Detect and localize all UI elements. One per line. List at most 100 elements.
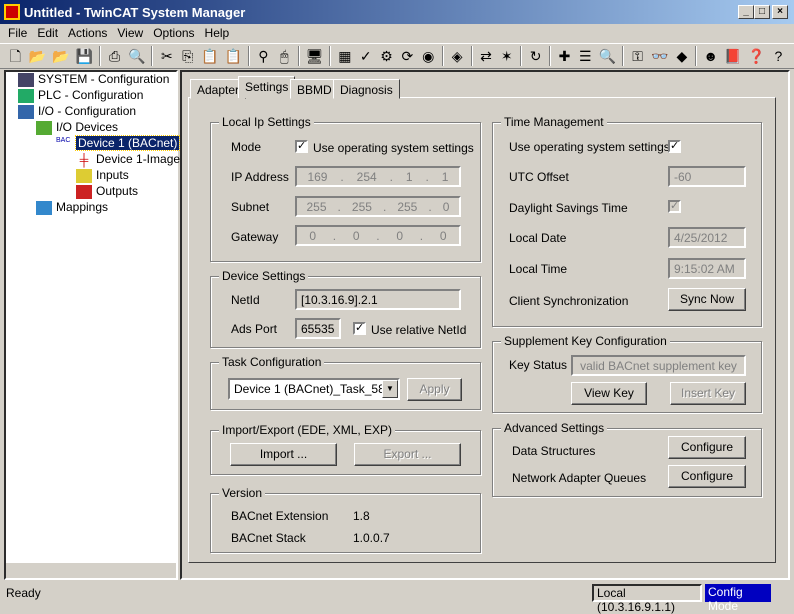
tree-item-plc[interactable]: PLC - Configuration xyxy=(18,88,143,103)
config-mode-icon[interactable]: ◉ xyxy=(421,46,436,66)
diagnostics-icon[interactable]: ◆ xyxy=(674,46,689,66)
tree-item-outputs[interactable]: Outputs xyxy=(76,184,138,199)
print-icon[interactable]: ⎙ xyxy=(107,46,122,66)
wizard-icon[interactable]: ✶ xyxy=(499,46,514,66)
whats-this-icon[interactable]: ? xyxy=(771,46,786,66)
load-io-icon[interactable]: ◈ xyxy=(450,46,465,66)
horizontal-scrollbar[interactable] xyxy=(6,562,176,578)
tree-item-inputs[interactable]: Inputs xyxy=(76,168,129,183)
paste-with-links-icon[interactable]: 📋 xyxy=(225,46,242,66)
cut-icon[interactable]: ✂ xyxy=(159,46,174,66)
configure-data-structures-button[interactable]: Configure xyxy=(668,436,746,459)
apply-button[interactable]: Apply xyxy=(407,378,462,401)
dst-checkbox[interactable]: ✓ xyxy=(668,200,681,213)
zoom-icon[interactable]: 🔍 xyxy=(599,46,616,66)
tree-item-device1[interactable]: BAC Device 1 (BACnet) xyxy=(56,135,181,151)
local-date-label: Local Date xyxy=(509,231,567,245)
app-icon xyxy=(4,4,20,20)
tree-item-mappings[interactable]: Mappings xyxy=(36,200,108,215)
utc-offset-field[interactable]: -60 xyxy=(668,166,746,187)
watch-icon[interactable]: 👓 xyxy=(651,46,668,66)
toolbar-separator xyxy=(151,46,154,66)
print-preview-icon[interactable]: 🔍 xyxy=(128,46,145,66)
free-run-icon[interactable]: ⚿ xyxy=(630,46,645,66)
minimize-button[interactable]: _ xyxy=(738,5,754,19)
sync-now-button[interactable]: Sync Now xyxy=(668,288,746,311)
ads-port-field[interactable]: 65535 xyxy=(295,318,341,339)
tab-bbmd[interactable]: BBMD xyxy=(290,79,339,99)
toolbar-separator xyxy=(329,46,332,66)
tree-item-io[interactable]: I/O - Configuration xyxy=(18,104,136,119)
status-target: Local (10.3.16.9.1.1) xyxy=(592,584,702,614)
open-icon[interactable]: 📂 xyxy=(29,46,46,66)
help-book-icon[interactable]: 📕 xyxy=(724,46,741,66)
chevron-down-icon[interactable]: ▼ xyxy=(382,380,398,398)
netid-field[interactable]: [10.3.16.9].2.1 xyxy=(295,289,461,310)
generate-mappings-icon[interactable]: ▦ xyxy=(337,46,352,66)
subnet-field[interactable]: 255. 255. 255. 0 xyxy=(295,196,461,217)
system-icon xyxy=(18,72,34,87)
status-text: Ready xyxy=(6,586,41,600)
bacnet-icon: BAC xyxy=(56,136,71,144)
mouse-icon[interactable]: 🖱 xyxy=(277,46,292,66)
target-system-icon[interactable]: 🖥 xyxy=(306,46,324,66)
toolbar-separator xyxy=(695,46,698,66)
menu-actions[interactable]: Actions xyxy=(68,26,107,40)
copy-icon[interactable]: ⎘ xyxy=(180,46,195,66)
tree-item-io-devices[interactable]: I/O Devices xyxy=(36,120,118,135)
ip-address-field[interactable]: 169. 254. 1. 1 xyxy=(295,166,461,187)
inputs-icon xyxy=(76,168,92,183)
close-button[interactable]: × xyxy=(772,5,788,19)
save-icon[interactable]: 💾 xyxy=(76,46,93,66)
tree-item-image[interactable]: ╪ Device 1-Image xyxy=(76,152,180,167)
time-use-os-checkbox[interactable]: ✓ xyxy=(668,140,681,153)
bacnet-extension-label: BACnet Extension xyxy=(231,509,329,523)
mode-label: Mode xyxy=(231,140,262,154)
tab-settings[interactable]: Settings xyxy=(238,76,296,98)
iq-icon[interactable]: ☻ xyxy=(703,46,718,66)
toolbar-separator xyxy=(297,46,300,66)
toolbar-separator xyxy=(549,46,552,66)
add-item-icon[interactable]: ✚ xyxy=(557,46,572,66)
plc-icon xyxy=(18,88,34,103)
toolbar-separator xyxy=(99,46,102,66)
key-status-field: valid BACnet supplement key xyxy=(571,355,746,376)
view-key-button[interactable]: View Key xyxy=(571,382,647,405)
check-icon[interactable]: ✓ xyxy=(358,46,373,66)
time-use-os-label: Use operating system settings xyxy=(509,140,670,154)
show-online-data-icon[interactable]: ☰ xyxy=(578,46,593,66)
local-time-field[interactable]: 9:15:02 AM xyxy=(668,258,746,279)
relative-netid-checkbox[interactable]: ✓ xyxy=(353,322,366,335)
menu-view[interactable]: View xyxy=(117,26,143,40)
maximize-button[interactable]: □ xyxy=(754,5,770,19)
toolbar-separator xyxy=(470,46,473,66)
tab-diagnosis[interactable]: Diagnosis xyxy=(333,79,400,99)
export-button[interactable]: Export ... xyxy=(354,443,461,466)
open-project-icon[interactable]: 📂 xyxy=(52,46,69,66)
paste-icon[interactable]: 📋 xyxy=(201,46,218,66)
gateway-field[interactable]: 0.0.0.0 xyxy=(295,225,461,246)
insert-key-button[interactable]: Insert Key xyxy=(670,382,746,405)
device-settings-group: Device Settings xyxy=(210,269,481,348)
new-icon[interactable]: 🗋 xyxy=(8,46,23,66)
menu-file[interactable]: File xyxy=(8,26,27,40)
configure-queues-button[interactable]: Configure xyxy=(668,465,746,488)
menu-help[interactable]: Help xyxy=(205,26,230,40)
activate-config-icon[interactable]: ⚙ xyxy=(379,46,394,66)
find-icon[interactable]: ⚲ xyxy=(256,46,271,66)
toolbar-separator xyxy=(441,46,444,66)
bacnet-stack-label: BACnet Stack xyxy=(231,531,306,545)
title-bar: Untitled - TwinCAT System Manager _ □ × xyxy=(0,0,794,24)
help-topic-icon[interactable]: ❓ xyxy=(748,46,765,66)
use-os-checkbox[interactable]: ✓ xyxy=(295,140,308,153)
local-date-field[interactable]: 4/25/2012 xyxy=(668,227,746,248)
reload-icon[interactable]: ↻ xyxy=(528,46,543,66)
task-select[interactable]: Device 1 (BACnet)_Task_58 ▼ xyxy=(228,378,400,400)
restart-icon[interactable]: ⟳ xyxy=(400,46,415,66)
menu-options[interactable]: Options xyxy=(153,26,194,40)
gateway-label: Gateway xyxy=(231,230,279,244)
tree-item-system[interactable]: SYSTEM - Configuration xyxy=(18,72,169,87)
scan-devices-icon[interactable]: ⇄ xyxy=(479,46,494,66)
import-button[interactable]: Import ... xyxy=(230,443,337,466)
menu-edit[interactable]: Edit xyxy=(37,26,58,40)
